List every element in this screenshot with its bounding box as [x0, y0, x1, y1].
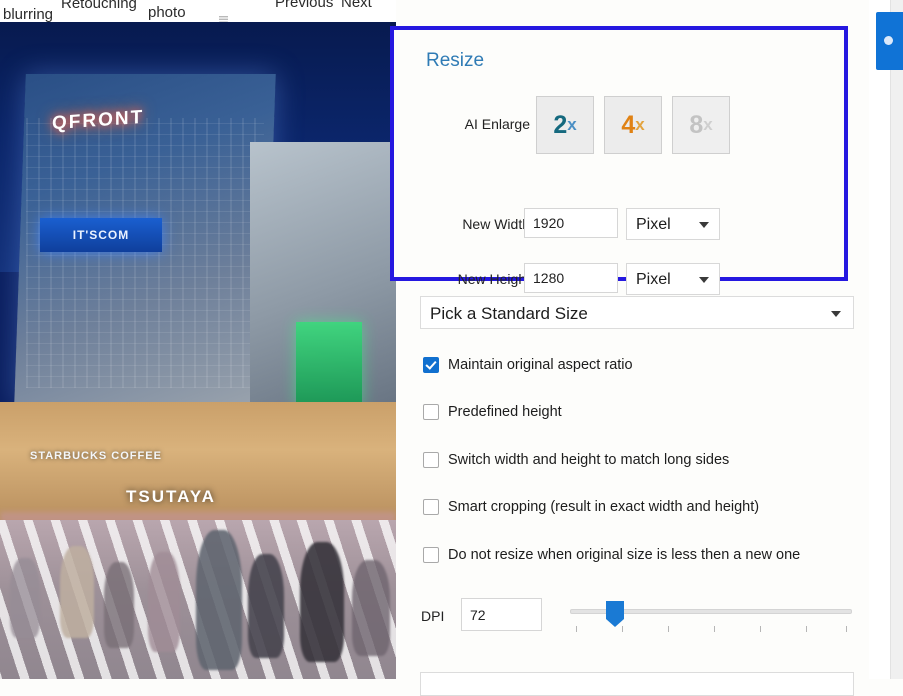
dpi-tick	[714, 626, 715, 632]
ai-enlarge-8x-button[interactable]: 8x	[672, 96, 730, 154]
checkbox-maintain-aspect-ratio[interactable]: Maintain original aspect ratio	[423, 357, 633, 373]
checkbox-label: Predefined height	[448, 404, 562, 420]
dpi-tick	[760, 626, 761, 632]
ai-enlarge-4x-number: 4	[621, 111, 635, 140]
feedback-icon	[884, 36, 893, 45]
resize-section-highlight: Resize AI Enlarge 2x 4x 8x New Width Pix…	[390, 26, 848, 281]
photo-pedestrian	[196, 530, 242, 670]
photo-sign-starbucks: STARBUCKS COFFEE	[30, 450, 162, 462]
top-word-blurring[interactable]: blurring	[3, 6, 53, 23]
new-height-unit-select[interactable]: Pixel	[626, 263, 720, 295]
ai-enlarge-2x-button[interactable]: 2x	[536, 96, 594, 154]
ai-enlarge-label: AI Enlarge	[430, 116, 530, 132]
ai-enlarge-2x-suffix: x	[567, 115, 576, 135]
checkbox-label: Smart cropping (result in exact width an…	[448, 499, 759, 515]
photo-pedestrian	[248, 554, 284, 658]
dpi-tick	[846, 626, 847, 632]
new-width-input[interactable]	[524, 208, 618, 238]
top-word-retouching[interactable]: Retouching	[61, 0, 137, 12]
feedback-side-tab[interactable]	[876, 12, 903, 70]
dpi-slider-thumb[interactable]	[606, 601, 624, 619]
new-height-input[interactable]	[524, 263, 618, 293]
photo-pedestrian	[104, 562, 134, 648]
checkbox-label: Switch width and height to match long si…	[448, 452, 729, 468]
ai-enlarge-8x-number: 8	[689, 111, 703, 140]
photo-sign-green	[296, 322, 362, 406]
photo-sign-tsutaya: TSUTAYA	[126, 487, 216, 507]
previous-link[interactable]: Previous	[275, 0, 333, 11]
new-height-label: New Height	[414, 271, 530, 287]
ai-enlarge-4x-suffix: x	[635, 115, 644, 135]
page-scrollbar[interactable]	[890, 0, 903, 679]
checkbox-predefined-height[interactable]: Predefined height	[423, 404, 562, 420]
dpi-tick	[668, 626, 669, 632]
photo-pedestrian	[352, 560, 390, 656]
checkbox-icon-checked[interactable]	[423, 357, 439, 373]
ai-enlarge-4x-button[interactable]: 4x	[604, 96, 662, 154]
checkbox-icon-unchecked[interactable]	[423, 547, 439, 563]
photo-building-glass	[26, 118, 264, 388]
image-preview[interactable]: QFRONT IT'SCOM STARBUCKS COFFEE TSUTAYA	[0, 22, 396, 679]
dpi-label: DPI	[421, 608, 444, 624]
checkbox-icon-unchecked[interactable]	[423, 452, 439, 468]
ai-enlarge-8x-suffix: x	[703, 115, 712, 135]
standard-size-select[interactable]: Pick a Standard Size	[420, 296, 854, 329]
dpi-tick	[576, 626, 577, 632]
photo-pedestrian	[300, 542, 344, 662]
next-link[interactable]: Next	[341, 0, 372, 11]
photo-sign-itscom: IT'SCOM	[40, 218, 162, 252]
new-width-unit-value: Pixel	[636, 216, 671, 233]
new-width-unit-select[interactable]: Pixel	[626, 208, 720, 240]
chevron-down-icon	[699, 222, 709, 228]
photo-pedestrian	[148, 552, 180, 652]
standard-size-value: Pick a Standard Size	[430, 304, 588, 323]
resize-section-title: Resize	[426, 50, 484, 72]
checkbox-label: Maintain original aspect ratio	[448, 357, 633, 373]
new-height-unit-value: Pixel	[636, 271, 671, 288]
checkbox-smart-cropping[interactable]: Smart cropping (result in exact width an…	[423, 499, 759, 515]
photo-pedestrian	[10, 558, 40, 638]
chevron-down-icon	[831, 311, 841, 317]
chevron-down-icon	[699, 277, 709, 283]
photo-pedestrian	[60, 546, 94, 638]
ai-enlarge-2x-number: 2	[553, 111, 567, 140]
new-width-label: New Width	[414, 216, 530, 232]
dpi-tick	[622, 626, 623, 632]
checkbox-label: Do not resize when original size is less…	[448, 547, 800, 563]
dpi-tick	[806, 626, 807, 632]
checkbox-icon-unchecked[interactable]	[423, 499, 439, 515]
dpi-input[interactable]	[461, 598, 542, 631]
checkbox-icon-unchecked[interactable]	[423, 404, 439, 420]
checkbox-do-not-resize[interactable]: Do not resize when original size is less…	[423, 547, 800, 563]
checkbox-switch-width-height[interactable]: Switch width and height to match long si…	[423, 452, 729, 468]
bottom-partial-field[interactable]	[420, 672, 854, 696]
dpi-slider[interactable]	[570, 604, 852, 634]
top-word-photo[interactable]: photo	[148, 4, 186, 21]
